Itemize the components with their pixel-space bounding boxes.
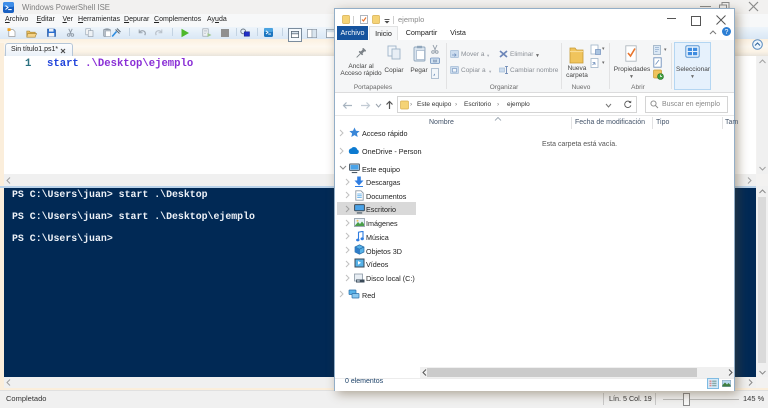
svg-text:?: ? (725, 29, 729, 36)
